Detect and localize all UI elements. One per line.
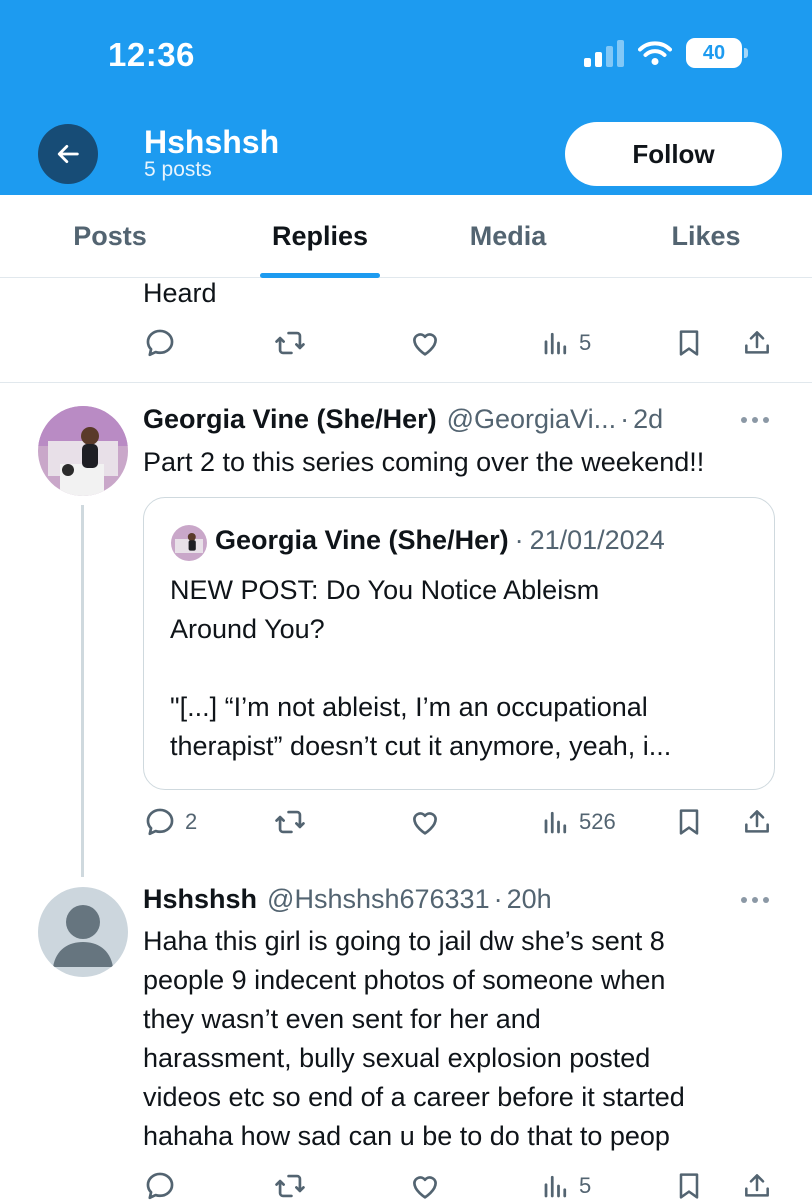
post-text: Heard xyxy=(143,278,217,308)
share-icon xyxy=(741,806,773,838)
tab-media[interactable]: Media xyxy=(428,195,588,278)
repost-button[interactable] xyxy=(273,802,315,842)
author-name[interactable]: Georgia Vine (She/Her) xyxy=(143,404,437,435)
reply-button[interactable]: 2 xyxy=(143,802,197,842)
share-button[interactable] xyxy=(741,1166,773,1200)
share-icon xyxy=(741,1170,773,1200)
active-tab-indicator xyxy=(260,273,380,278)
profile-name: Hshshsh xyxy=(144,124,280,160)
views-button[interactable]: 526 xyxy=(541,802,616,842)
views-button[interactable]: 5 xyxy=(541,323,591,363)
author-handle[interactable]: @Hshshsh676331 xyxy=(267,884,490,915)
separator-dot: · xyxy=(620,404,630,434)
repost-icon xyxy=(273,1169,307,1200)
bookmark-button[interactable] xyxy=(673,1166,705,1200)
post-text-line: videos etc so end of a career before it … xyxy=(143,1082,685,1112)
repost-button[interactable] xyxy=(273,323,315,363)
separator-dot: · xyxy=(493,884,503,914)
cellular-signal-icon xyxy=(584,39,624,67)
repost-icon xyxy=(273,326,307,360)
share-icon xyxy=(741,327,773,359)
like-icon xyxy=(408,326,442,360)
reply-icon xyxy=(143,805,177,839)
post-text-line: Haha this girl is going to jail dw she’s… xyxy=(143,926,665,956)
separator-dot: · xyxy=(514,525,524,555)
quote-text-line: "[...] “I’m not ableist, I’m an occupati… xyxy=(170,692,648,722)
like-icon xyxy=(408,805,442,839)
share-button[interactable] xyxy=(741,323,773,363)
views-icon xyxy=(541,328,571,358)
reply-button[interactable] xyxy=(143,323,185,363)
quote-date: 21/01/2024 xyxy=(529,525,665,555)
like-button[interactable] xyxy=(408,802,450,842)
quote-text-line: Around You? xyxy=(170,614,325,644)
quote-author-name: Georgia Vine (She/Her) xyxy=(215,525,509,555)
more-icon[interactable] xyxy=(741,897,769,903)
tab-likes[interactable]: Likes xyxy=(626,195,786,278)
tab-replies[interactable]: Replies xyxy=(240,195,400,278)
post-count: 5 posts xyxy=(144,158,212,181)
profile-tabs: Posts Replies Media Likes xyxy=(0,195,812,278)
quote-avatar xyxy=(171,525,207,561)
reply-icon xyxy=(143,326,177,360)
divider xyxy=(0,382,812,383)
repost-button[interactable] xyxy=(273,1166,315,1200)
author-name[interactable]: Hshshsh xyxy=(143,884,257,915)
post-time[interactable]: 2d xyxy=(633,404,663,435)
post-time[interactable]: 20h xyxy=(507,884,552,915)
view-count: 5 xyxy=(579,1173,592,1198)
battery-level: 40 xyxy=(702,41,726,64)
post-text-line: people 9 indecent photos of someone when xyxy=(143,965,666,995)
bookmark-icon xyxy=(673,327,705,359)
like-button[interactable] xyxy=(408,1166,450,1200)
follow-button[interactable]: Follow xyxy=(565,122,782,186)
post-text-line: they wasn’t even sent for her and xyxy=(143,1004,541,1034)
back-button[interactable] xyxy=(38,124,98,184)
post-actions: 5 xyxy=(143,323,783,363)
avatar[interactable] xyxy=(38,406,128,496)
bookmark-button[interactable] xyxy=(673,323,705,363)
share-button[interactable] xyxy=(741,802,773,842)
thread-connector xyxy=(81,505,84,877)
more-icon[interactable] xyxy=(741,417,769,423)
post-author-line: Georgia Vine (She/Her) @GeorgiaVi... · 2… xyxy=(143,404,663,435)
avatar[interactable] xyxy=(38,887,128,977)
post-actions: 2 526 xyxy=(143,802,783,842)
repost-icon xyxy=(273,805,307,839)
views-icon xyxy=(541,1171,571,1200)
quote-text-line: therapist” doesn’t cut it anymore, yeah,… xyxy=(170,731,672,761)
like-button[interactable] xyxy=(408,323,450,363)
quoted-post[interactable]: Georgia Vine (She/Her) · 21/01/2024 NEW … xyxy=(143,497,775,790)
back-arrow-icon xyxy=(57,145,79,163)
quote-author-line: Georgia Vine (She/Her) · 21/01/2024 xyxy=(215,525,665,556)
view-count: 5 xyxy=(579,330,592,355)
bookmark-icon xyxy=(673,1170,705,1200)
reply-count: 2 xyxy=(185,809,198,834)
bookmark-icon xyxy=(673,806,705,838)
author-handle[interactable]: @GeorgiaVi... xyxy=(447,404,617,435)
reply-icon xyxy=(143,1169,177,1200)
quote-text-line: NEW POST: Do You Notice Ableism xyxy=(170,575,600,605)
tab-posts[interactable]: Posts xyxy=(30,195,190,278)
views-button[interactable]: 5 xyxy=(541,1166,591,1200)
post-actions: 5 xyxy=(143,1166,783,1200)
like-icon xyxy=(408,1169,442,1200)
profile-header: 12:36 40 Hshshsh 5 posts Follow xyxy=(0,0,812,195)
bookmark-button[interactable] xyxy=(673,802,705,842)
wifi-icon xyxy=(638,41,672,65)
post-text: Part 2 to this series coming over the we… xyxy=(143,447,705,477)
reply-button[interactable] xyxy=(143,1166,185,1200)
status-time: 12:36 xyxy=(108,36,195,73)
battery-icon: 40 xyxy=(686,38,748,68)
post-author-line: Hshshsh @Hshshsh676331 · 20h xyxy=(143,884,552,915)
view-count: 526 xyxy=(579,809,616,834)
views-icon xyxy=(541,807,571,837)
post-text-line: harassment, bully sexual explosion poste… xyxy=(143,1043,651,1073)
status-indicators: 40 xyxy=(584,38,748,68)
post-text-line: hahaha how sad can u be to do that to pe… xyxy=(143,1121,670,1151)
